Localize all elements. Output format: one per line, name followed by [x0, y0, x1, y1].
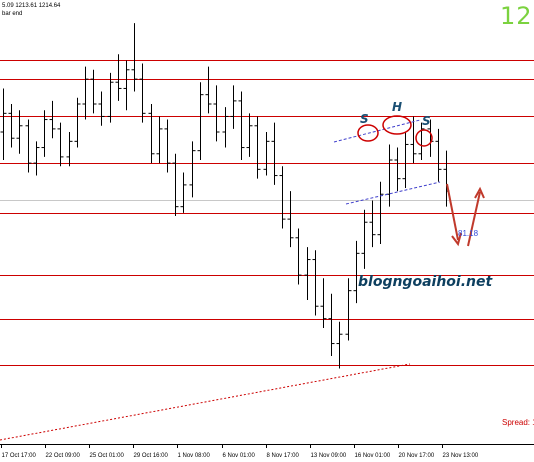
x-tick-label: 13 Nov 09:00 — [311, 453, 347, 459]
ohlc-bar — [156, 116, 163, 164]
ohlc-bar — [90, 69, 97, 114]
down-arrow-shaft — [446, 183, 459, 241]
ohlc-bar — [443, 150, 450, 207]
chart-window: 5.09 1213.61 1214.64 bar end 12 17 Oct 1… — [0, 0, 534, 462]
price-tag: 81.18 — [458, 229, 479, 238]
ohlc-bar — [230, 85, 237, 129]
x-tick-label: 29 Oct 16:00 — [134, 453, 169, 459]
x-tick-label: 22 Oct 09:00 — [46, 453, 81, 459]
ohlc-bar — [98, 91, 105, 126]
ohlc-bar — [197, 82, 204, 160]
ohlc-bar — [131, 23, 138, 92]
x-tick-label: 8 Nov 17:00 — [267, 453, 300, 459]
spread-label: Spread: 1 — [502, 418, 534, 427]
watermark: blogngoaihoi.net — [358, 274, 493, 290]
x-tick-label: 1 Nov 08:00 — [178, 453, 211, 459]
ohlc-bar — [254, 116, 261, 179]
ohlc-bar — [394, 147, 401, 192]
x-tick-label: 20 Nov 17:00 — [399, 453, 435, 459]
head-label: H — [392, 100, 403, 114]
ohlc-bar — [369, 200, 376, 248]
ohlc-bar — [287, 191, 294, 248]
ohlc-bar — [33, 141, 40, 176]
ohlc-bar — [164, 119, 171, 173]
ohlc-bar — [123, 60, 130, 111]
ohlc-bar — [8, 104, 15, 148]
ohlc-bar — [353, 240, 360, 304]
ohlc-bar — [148, 104, 155, 164]
right-shoulder-ellipse — [415, 129, 433, 147]
ohlc-bar — [238, 91, 245, 160]
ohlc-bar — [41, 110, 48, 157]
ohlc-bar — [66, 132, 73, 167]
ohlc-bar — [418, 122, 425, 160]
ohlc-bar — [304, 247, 311, 300]
ohlc-bar — [336, 321, 343, 369]
ohlc-bar — [328, 293, 335, 356]
x-tick-label: 6 Nov 01:00 — [223, 453, 256, 459]
x-tick-label: 17 Oct 17:00 — [2, 453, 37, 459]
ohlc-bar — [0, 88, 7, 160]
ohlc-bar — [57, 122, 64, 167]
ohlc-bar — [115, 54, 122, 101]
ohlc-bar — [345, 278, 352, 341]
ohlc-bar — [402, 132, 409, 188]
ohlc-bar — [246, 113, 253, 157]
ohlc-bar — [205, 66, 212, 114]
ohlc-bar — [295, 228, 302, 285]
x-tick-label: 25 Oct 01:00 — [90, 453, 125, 459]
ohlc-bar — [49, 100, 56, 139]
ohlc-bar — [82, 66, 89, 120]
ohlc-bar — [180, 172, 187, 213]
ohlc-bar — [25, 119, 32, 173]
ohlc-bar — [74, 97, 81, 148]
trend-line — [0, 363, 411, 441]
left-shoulder-label: S — [360, 112, 369, 126]
x-tick-label: 23 Nov 13:00 — [443, 453, 479, 459]
ohlc-bar — [312, 250, 319, 316]
ohlc-bar — [263, 132, 270, 176]
ohlc-bar — [213, 85, 220, 142]
ohlc-bar — [222, 107, 229, 148]
head-ellipse — [382, 115, 412, 135]
ohlc-bar — [107, 72, 114, 123]
ohlc-bar — [279, 166, 286, 229]
price-chart[interactable]: 17 Oct 17:00 22 Oct 09:00 25 Oct 01:00 29 O… — [0, 0, 534, 462]
ohlc-bar — [320, 278, 327, 328]
ohlc-bar — [435, 128, 442, 182]
ohlc-bar — [189, 141, 196, 198]
ohlc-bar — [386, 144, 393, 207]
ohlc-bar — [139, 63, 146, 123]
ohlc-bar — [377, 181, 384, 244]
x-tick-label: 16 Nov 01:00 — [355, 453, 391, 459]
right-shoulder-label: S — [422, 114, 431, 128]
ohlc-bar — [271, 122, 278, 185]
ohlc-bar — [361, 209, 368, 269]
